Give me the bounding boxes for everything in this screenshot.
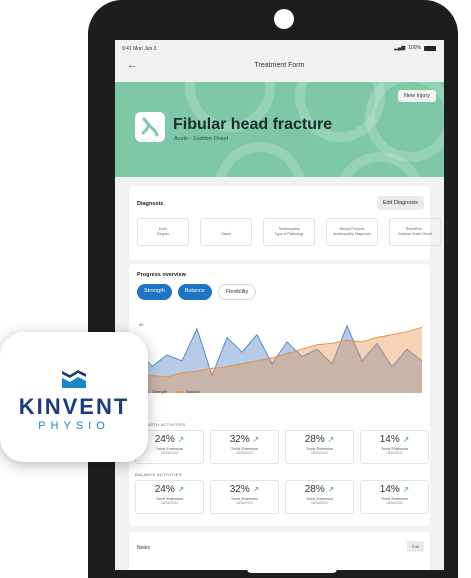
legend-label: Balance <box>186 389 201 394</box>
trend-up-icon: ↗ <box>402 435 410 444</box>
balance-section-label: BALANCE ACTIVITIES <box>135 472 182 477</box>
notes-title: Notes <box>137 545 151 551</box>
tab-balance[interactable]: Balance <box>177 284 212 300</box>
diagnosis-card: Diagnosis Edit Diagnosis Knee Region - Tis… <box>129 186 441 260</box>
stat-card[interactable]: 14% ↗ Trunk Extension 18/04/2022 <box>360 480 429 514</box>
kinvent-logo-icon <box>62 370 86 388</box>
diagnosis-label: Gradual Onset Onset <box>398 232 432 236</box>
legend-swatch <box>175 390 184 393</box>
tab-strength[interactable]: Strength <box>137 284 172 300</box>
trend-up-icon: ↗ <box>252 435 260 444</box>
legend-label: Strength <box>152 389 168 394</box>
app-icon: KINVENT PHYSIO <box>0 332 148 462</box>
diagnosis-title: Diagnosis <box>137 201 164 207</box>
trend-up-icon: ↗ <box>252 485 260 494</box>
stat-card[interactable]: 32% ↗ Trunk Extension 18/04/2022 <box>210 430 279 464</box>
knee-icon <box>135 112 165 142</box>
progress-chart: 50 <box>136 322 423 393</box>
stat-card[interactable]: 14% ↗ Trunk Extension 18/04/2022 <box>360 430 429 464</box>
diagnosis-label: tendinopathy Diagnosis <box>333 232 371 236</box>
trend-up-icon: ↗ <box>177 435 185 444</box>
trend-up-icon: ↗ <box>327 435 335 444</box>
stat-value: 14% <box>379 434 400 445</box>
stat-value: 28% <box>304 434 325 445</box>
diagnosis-item: Tendinopathy Type of Pathology <box>263 218 315 246</box>
battery-icon <box>424 45 436 51</box>
stat-date: 18/04/2022 <box>236 501 253 505</box>
injury-title: Fibular head fracture <box>173 116 333 133</box>
nav-bar: ← Treatment Form <box>115 56 444 76</box>
stat-date: 18/04/2022 <box>161 451 178 455</box>
trend-up-icon: ↗ <box>177 485 185 494</box>
legend-item: Balance <box>175 389 201 394</box>
stat-date: 18/04/2022 <box>386 501 403 505</box>
brand-sub: PHYSIO <box>38 420 110 432</box>
app-screen: 9:41 Mon Jun 3 ▂▄▆ 100% ← Treatment Form… <box>115 40 444 570</box>
stat-date: 18/04/2022 <box>311 451 328 455</box>
balance-stats: 24% ↗ Trunk Extension 18/04/2022 32% ↗ Trun… <box>135 480 429 514</box>
stat-date: 18/04/2022 <box>386 451 403 455</box>
status-right: ▂▄▆ 100% <box>394 45 436 51</box>
stat-date: 18/04/2022 <box>161 501 178 505</box>
progress-tabs: Strength Balance Flexibility <box>137 284 257 300</box>
injury-subtitle: Acute - Sudden Onset <box>174 136 229 142</box>
new-injury-badge[interactable]: New Injury <box>398 90 436 102</box>
diagnosis-label: Tissue <box>220 232 232 236</box>
injury-header: New Injury Fibular head fracture Acute -… <box>115 82 444 177</box>
stat-card[interactable]: 28% ↗ Trunk Extension 18/04/2022 <box>285 480 354 514</box>
tab-flexibility[interactable]: Flexibility <box>217 284 257 300</box>
page-title: Treatment Form <box>254 62 305 69</box>
trend-up-icon: ↗ <box>327 485 335 494</box>
stat-value: 32% <box>229 484 250 495</box>
stat-card[interactable]: 32% ↗ Trunk Extension 18/04/2022 <box>210 480 279 514</box>
stat-date: 18/04/2022 <box>236 451 253 455</box>
diagnosis-item: - Tissue <box>200 218 252 246</box>
stat-value: 14% <box>379 484 400 495</box>
signal-icon: ▂▄▆ <box>393 45 406 51</box>
chart-legend: Strength Balance <box>141 389 201 394</box>
battery-percent: 100% <box>408 45 421 51</box>
stat-value: 24% <box>154 434 175 445</box>
diagnosis-item: Repetitive - Gradual Onset Onset <box>389 218 441 246</box>
stat-value: 28% <box>304 484 325 495</box>
edit-diagnosis-button[interactable]: Edit Diagnosis <box>376 196 424 210</box>
stat-card[interactable]: 28% ↗ Trunk Extension 18/04/2022 <box>285 430 354 464</box>
edit-notes-button[interactable]: Edit <box>407 541 424 552</box>
camera <box>274 9 294 29</box>
y-tick-label: 50 <box>139 322 144 327</box>
diagnosis-item: Knee Region <box>137 218 189 246</box>
home-indicator <box>247 565 337 573</box>
progress-title: Progress overview <box>137 272 186 278</box>
stat-value: 24% <box>154 484 175 495</box>
stat-date: 18/04/2022 <box>311 501 328 505</box>
diagnosis-label: Region <box>157 232 169 236</box>
brand-name: KINVENT <box>18 394 130 419</box>
diagnosis-item: Biceps Femoris tendinopathy Diagnosis <box>326 218 378 246</box>
diagnosis-items: Knee Region - Tissue Tendinopathy Type of P… <box>137 218 441 246</box>
stat-value: 32% <box>229 434 250 445</box>
strength-stats: 24% ↗ Trunk Extension 18/04/2022 32% ↗ Trun… <box>135 430 429 464</box>
status-bar: 9:41 Mon Jun 3 ▂▄▆ 100% <box>115 40 444 56</box>
status-time: 9:41 Mon Jun 3 <box>122 46 157 52</box>
diagnosis-label: Type of Pathology <box>274 232 304 236</box>
decor-ring <box>215 142 305 177</box>
trend-up-icon: ↗ <box>402 485 410 494</box>
stat-card[interactable]: 24% ↗ Trunk Extension 18/04/2022 <box>135 480 204 514</box>
